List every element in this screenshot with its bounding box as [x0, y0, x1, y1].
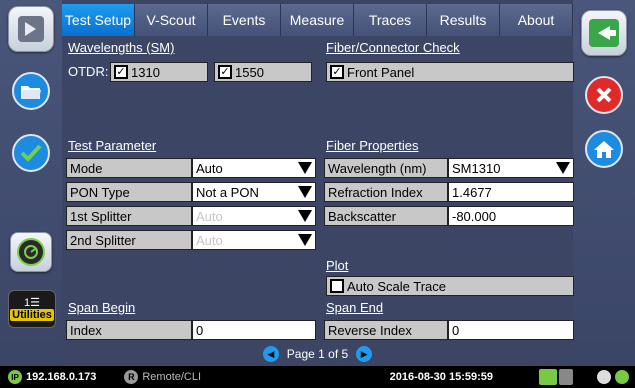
tab-about[interactable]: About [500, 4, 573, 36]
unchecked-icon [330, 279, 344, 293]
tab-measure[interactable]: Measure [281, 4, 354, 36]
checked-icon: ✓ [218, 65, 232, 79]
tab-traces[interactable]: Traces [354, 4, 427, 36]
wavelength-1310-checkbox[interactable]: ✓ 1310 [110, 62, 208, 82]
wavelength-1310-label: 1310 [131, 64, 160, 80]
utilities-button[interactable]: 1☰ Utilities [8, 290, 56, 328]
prev-arrow-icon: ◀ [267, 348, 275, 359]
close-icon [585, 76, 623, 114]
remote-status: Remote/CLI [142, 371, 202, 383]
checked-icon: ✓ [330, 65, 344, 79]
second-splitter-label: 2nd Splitter [66, 230, 192, 250]
dropdown-arrow-icon [298, 234, 312, 246]
home-button[interactable] [581, 126, 627, 172]
plot-heading: Plot [326, 258, 349, 273]
span-begin-heading: Span Begin [68, 300, 136, 315]
home-icon [585, 130, 623, 168]
dropdown-arrow-icon [298, 186, 312, 198]
mode-label: Mode [66, 158, 192, 178]
back-button[interactable] [581, 10, 627, 56]
auto-scale-label: Auto Scale Trace [347, 278, 446, 294]
tab-test-setup[interactable]: Test Setup [62, 4, 135, 36]
first-splitter-value: Auto [196, 208, 223, 224]
index-input[interactable]: 0 [192, 320, 316, 340]
battery-icon [539, 369, 557, 385]
reverse-index-input[interactable]: 0 [448, 320, 574, 340]
index-label: Index [66, 320, 192, 340]
left-toolbar: 1☰ Utilities [0, 0, 62, 366]
backscatter-input[interactable]: -80.000 [448, 206, 574, 226]
dropdown-arrow-icon [556, 162, 570, 174]
checked-icon: ✓ [114, 65, 128, 79]
mode-select[interactable]: Auto [192, 158, 316, 178]
folder-icon [12, 72, 50, 110]
first-splitter-select[interactable]: Auto [192, 206, 316, 226]
ip-icon: IP [8, 370, 22, 384]
second-splitter-select[interactable]: Auto [192, 230, 316, 250]
ip-address: 192.168.0.173 [26, 371, 97, 383]
tab-results[interactable]: Results [427, 4, 500, 36]
wavelength-1550-label: 1550 [235, 64, 264, 80]
wavelength-1550-checkbox[interactable]: ✓ 1550 [214, 62, 312, 82]
dropdown-arrow-icon [298, 210, 312, 222]
tab-bar: Test Setup V-Scout Events Measure Traces… [62, 4, 573, 36]
fiber-check-heading: Fiber/Connector Check [326, 40, 460, 55]
span-end-heading: Span End [326, 300, 384, 315]
pon-type-value: Not a PON [196, 184, 259, 200]
test-setup-panel: Wavelengths (SM) OTDR: ✓ 1310 ✓ 1550 Fiber… [62, 36, 574, 366]
pager: ◀ Page 1 of 5 ▶ [62, 344, 573, 364]
datetime: 2016-08-30 15:59:59 [389, 371, 493, 383]
test-parameter-heading: Test Parameter [68, 138, 157, 153]
usb-icon [559, 369, 573, 385]
next-page-button[interactable]: ▶ [356, 346, 373, 362]
list-icon: 1☰ [24, 296, 40, 309]
remote-icon: R [124, 370, 139, 384]
second-splitter-value: Auto [196, 232, 223, 248]
wavelength-nm-label: Wavelength (nm) [324, 158, 448, 178]
check-settings-button[interactable] [8, 130, 54, 176]
status-bar: IP 192.168.0.173 R Remote/CLI 2016-08-30… [0, 366, 635, 388]
otdr-label: OTDR: [68, 64, 109, 79]
dropdown-arrow-icon [298, 162, 312, 174]
tab-events[interactable]: Events [208, 4, 281, 36]
close-button[interactable] [581, 72, 627, 118]
fiber-properties-heading: Fiber Properties [326, 138, 419, 153]
pon-type-select[interactable]: Not a PON [192, 182, 316, 202]
arrow-left-icon [589, 19, 619, 47]
mode-value: Auto [196, 160, 223, 176]
front-panel-checkbox[interactable]: ✓ Front Panel [326, 62, 574, 82]
first-splitter-label: 1st Splitter [66, 206, 192, 226]
open-folder-button[interactable] [8, 68, 54, 114]
page-indicator: Page 1 of 5 [286, 347, 349, 361]
utilities-label: Utilities [10, 308, 54, 321]
auto-scale-checkbox[interactable]: Auto Scale Trace [326, 276, 574, 296]
wavelength-nm-value: SM1310 [452, 160, 501, 176]
refraction-index-input[interactable]: 1.4677 [448, 182, 574, 202]
wavelengths-heading: Wavelengths (SM) [68, 40, 175, 55]
arrow-right-icon [18, 16, 44, 42]
refraction-index-label: Refraction Index [324, 182, 448, 202]
checkmark-icon [12, 134, 50, 172]
next-arrow-icon: ▶ [360, 348, 368, 359]
tab-v-scout[interactable]: V-Scout [135, 4, 208, 36]
right-toolbar [573, 0, 635, 366]
bluetooth-icon [597, 370, 611, 384]
pon-type-label: PON Type [66, 182, 192, 202]
front-panel-label: Front Panel [347, 64, 415, 80]
prev-page-button[interactable]: ◀ [262, 346, 279, 362]
reverse-index-label: Reverse Index [324, 320, 448, 340]
gauge-icon [17, 238, 45, 266]
forward-button[interactable] [8, 6, 54, 52]
meter-button[interactable] [10, 232, 52, 272]
settings-icon[interactable] [615, 370, 629, 384]
backscatter-label: Backscatter [324, 206, 448, 226]
wavelength-nm-select[interactable]: SM1310 [448, 158, 574, 178]
